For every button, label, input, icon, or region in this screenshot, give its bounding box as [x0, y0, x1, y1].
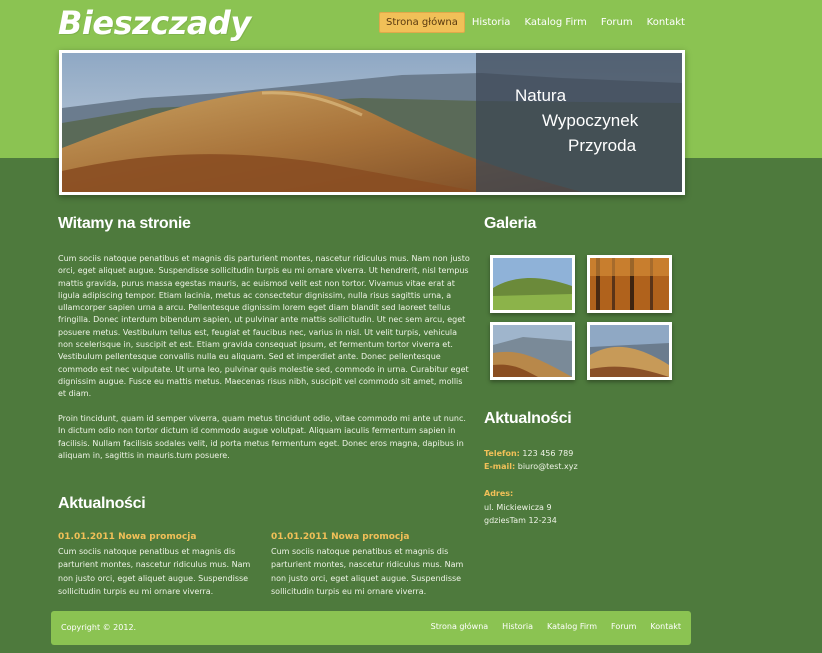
- gallery-thumb-3[interactable]: [490, 322, 575, 380]
- contact-heading: Aktualności: [484, 410, 572, 427]
- banner-text-rest: Wypoczynek: [542, 111, 639, 130]
- address-line-1: ul. Mickiewicza 9: [484, 502, 552, 512]
- news-item-text: Cum sociis natoque penatibus et magnis d…: [58, 547, 251, 596]
- contact-email: E-mail: biuro@test.xyz: [484, 460, 578, 474]
- footer-nav: Strona główna Historia Katalog Firm Foru…: [424, 622, 688, 631]
- nav-contact[interactable]: Kontakt: [640, 12, 692, 33]
- welcome-paragraph-2: Proin tincidunt, quam id semper viverra,…: [58, 414, 466, 460]
- hero-banner: Natura Wypoczynek Przyroda: [59, 50, 685, 195]
- nav-history[interactable]: Historia: [465, 12, 518, 33]
- site-logo[interactable]: Bieszczady: [58, 4, 251, 42]
- footer-nav-catalog[interactable]: Katalog Firm: [540, 622, 604, 631]
- contact-address: Adres: ul. Mickiewicza 9 gdziesTam 12-23…: [484, 487, 557, 528]
- main-nav: Strona główna Historia Katalog Firm Foru…: [379, 12, 692, 33]
- email-value[interactable]: biuro@test.xyz: [518, 462, 578, 471]
- banner-text-nature: Natura: [515, 86, 567, 105]
- footer-nav-forum[interactable]: Forum: [604, 622, 643, 631]
- email-label: E-mail:: [484, 462, 516, 471]
- footer: Copyright © 2012. Strona główna Historia…: [51, 611, 691, 645]
- address-label: Adres:: [484, 489, 514, 498]
- news-heading: Aktualności: [58, 495, 146, 512]
- nav-home[interactable]: Strona główna: [379, 12, 465, 33]
- footer-nav-history[interactable]: Historia: [495, 622, 540, 631]
- welcome-paragraph-1: Cum sociis natoque penatibus et magnis d…: [58, 254, 470, 399]
- gallery-thumb-1[interactable]: [490, 255, 575, 313]
- gallery-heading: Galeria: [484, 215, 537, 232]
- phone-value: 123 456 789: [522, 449, 574, 458]
- contact-phone: Telefon: 123 456 789: [484, 447, 573, 461]
- phone-label: Telefon:: [484, 449, 520, 458]
- news-item-title[interactable]: 01.01.2011 Nowa promocja: [271, 532, 409, 542]
- footer-nav-home[interactable]: Strona główna: [424, 622, 496, 631]
- address-line-2: gdziesTam 12-234: [484, 516, 557, 525]
- banner-text-wildlife: Przyroda: [568, 136, 637, 155]
- gallery-thumb-2[interactable]: [587, 255, 672, 313]
- news-item-title[interactable]: 01.01.2011 Nowa promocja: [58, 532, 196, 542]
- banner-overlay: Natura Wypoczynek Przyroda: [476, 53, 682, 192]
- footer-nav-contact[interactable]: Kontakt: [643, 622, 688, 631]
- gallery-thumb-4[interactable]: [587, 322, 672, 380]
- welcome-heading: Witamy na stronie: [58, 215, 191, 232]
- nav-catalog[interactable]: Katalog Firm: [517, 12, 593, 33]
- news-item-text: Cum sociis natoque penatibus et magnis d…: [271, 547, 464, 596]
- copyright: Copyright © 2012.: [61, 623, 137, 632]
- nav-forum[interactable]: Forum: [594, 12, 640, 33]
